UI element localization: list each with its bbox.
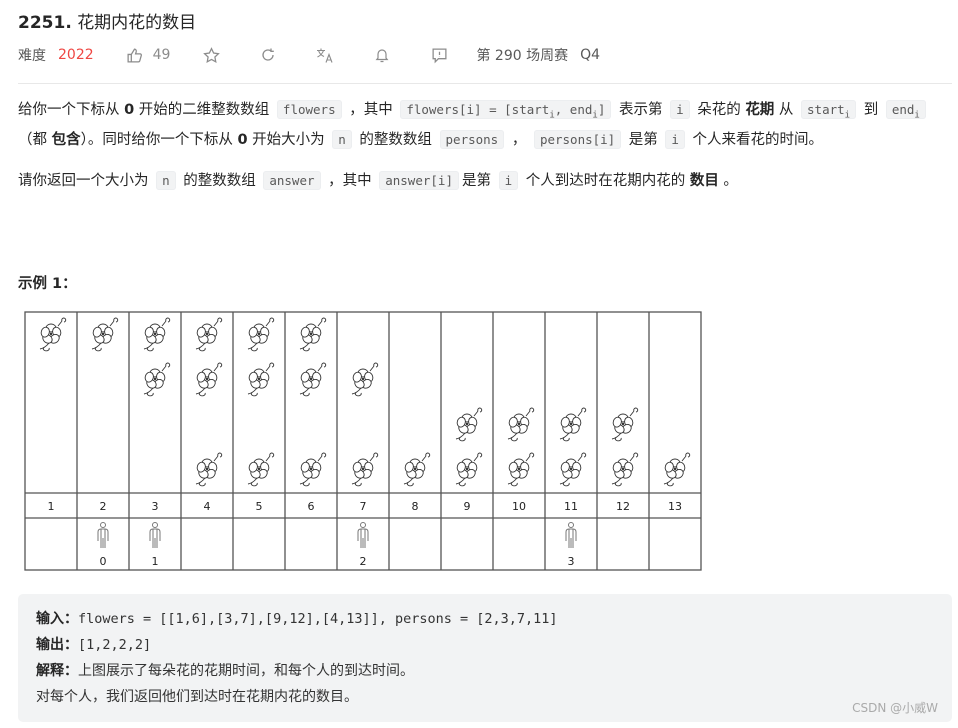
text: 是第 bbox=[461, 172, 496, 189]
text: 的整数数组 bbox=[178, 172, 261, 189]
refresh-icon[interactable] bbox=[260, 47, 276, 63]
explain-line2: 对每个人，我们返回他们到达时在花期内花的数目。 bbox=[36, 689, 358, 705]
text: ）。同时给你一个下标从 bbox=[80, 131, 238, 148]
output-label: 输出： bbox=[36, 637, 78, 653]
day-label: 9 bbox=[464, 500, 471, 513]
explain-value: 上图展示了每朵花的花期时间，和每个人的到达时间。 bbox=[78, 663, 414, 679]
figure-border bbox=[24, 311, 702, 571]
text: 给你一个下标从 bbox=[18, 102, 125, 118]
day-label: 3 bbox=[152, 500, 159, 513]
day-label: 2 bbox=[100, 500, 107, 513]
inline-code: flowers bbox=[276, 100, 342, 119]
star-icon[interactable] bbox=[203, 46, 221, 64]
text: 是第 bbox=[624, 131, 663, 148]
text: 开始大小为 bbox=[247, 131, 330, 148]
person-label: 1 bbox=[152, 555, 159, 568]
day-label: 8 bbox=[412, 500, 419, 513]
text: ，其中 bbox=[344, 102, 398, 118]
inline-code: endi bbox=[885, 100, 926, 121]
day-label: 10 bbox=[512, 500, 526, 513]
example-figure: 1 2 3 4 5 6 7 8 9 10 11 12 130 1 2 3 bbox=[24, 311, 702, 571]
problem-title: 2251. 花期内花的数目 bbox=[18, 13, 197, 33]
inline-code: n bbox=[332, 129, 352, 149]
text: 朵花的 bbox=[692, 102, 746, 118]
explain-label: 解释： bbox=[36, 663, 78, 679]
text: ， bbox=[507, 131, 531, 148]
text: 开始的二维整数数组 bbox=[134, 102, 274, 118]
person-label: 0 bbox=[100, 555, 107, 568]
day-label: 6 bbox=[308, 500, 315, 513]
problem-description: 给你一个下标从 0 开始的二维整数数组 flowers ，其中 flowers[… bbox=[18, 98, 948, 210]
day-label: 1 bbox=[48, 500, 55, 513]
person-label: 3 bbox=[568, 555, 575, 568]
text: 个人来看花的时间。 bbox=[687, 131, 824, 148]
text: 到 bbox=[859, 102, 883, 118]
day-label: 12 bbox=[616, 500, 630, 513]
title-text: 花期内花的数目 bbox=[77, 13, 197, 33]
text: 的整数数组 bbox=[354, 131, 437, 148]
contest-link[interactable]: 第 290 场周赛 bbox=[476, 45, 568, 65]
description-paragraph: 给你一个下标从 0 开始的二维整数数组 flowers ，其中 flowers[… bbox=[18, 98, 948, 152]
day-label: 5 bbox=[256, 500, 263, 513]
day-label: 4 bbox=[204, 500, 211, 513]
bell-icon[interactable] bbox=[374, 47, 390, 63]
thumbs-up-icon[interactable] bbox=[126, 47, 143, 64]
text: ，其中 bbox=[323, 172, 377, 189]
translate-icon[interactable] bbox=[316, 47, 334, 64]
day-label: 7 bbox=[360, 500, 367, 513]
input-label: 输入： bbox=[36, 611, 78, 627]
bold-text: 包含 bbox=[51, 131, 81, 148]
example-heading: 示例 1： bbox=[18, 276, 77, 292]
inline-code: i bbox=[498, 170, 519, 190]
watermark: CSDN @小威W bbox=[852, 701, 938, 715]
divider bbox=[18, 83, 952, 84]
bold-text: 数目 bbox=[689, 172, 719, 189]
like-count: 49 bbox=[152, 47, 171, 63]
day-label: 11 bbox=[564, 500, 578, 513]
inline-code: answer bbox=[263, 170, 321, 190]
inline-code: i bbox=[665, 129, 685, 149]
inline-code: persons[i] bbox=[533, 129, 622, 149]
inline-code: n bbox=[156, 170, 176, 190]
example-box: 输入：flowers = [[1,6],[3,7],[9,12],[4,13]]… bbox=[18, 594, 952, 722]
difficulty-value: 2022 bbox=[58, 47, 94, 63]
output-value: [1,2,2,2] bbox=[78, 637, 152, 653]
description-paragraph: 请你返回一个大小为 n 的整数数组 answer ，其中 answer[i] 是第… bbox=[18, 169, 948, 193]
question-index: Q4 bbox=[580, 47, 601, 63]
inline-code: starti bbox=[801, 100, 857, 121]
text: 请你返回一个大小为 bbox=[18, 172, 154, 189]
inline-code: flowers[i] = [starti, endi] bbox=[400, 100, 612, 121]
text: 个人到达时在花期内花的 bbox=[521, 172, 690, 189]
text: 表示第 bbox=[614, 102, 668, 118]
inline-code: i bbox=[670, 100, 690, 119]
person-label: 2 bbox=[360, 555, 367, 568]
text: （都 bbox=[18, 131, 52, 148]
bold-text: 0 bbox=[124, 102, 135, 118]
text: 。 bbox=[718, 172, 738, 189]
inline-code: answer[i] bbox=[379, 170, 459, 190]
day-label: 13 bbox=[668, 500, 682, 513]
bold-text: 0 bbox=[237, 131, 248, 148]
feedback-icon[interactable] bbox=[431, 47, 448, 64]
problem-meta: 难度 2022 49 第 290 场周赛 Q4 bbox=[18, 44, 600, 66]
inline-code: persons bbox=[439, 129, 505, 149]
text: 从 bbox=[774, 102, 799, 118]
bold-text: 花期 bbox=[745, 102, 775, 118]
difficulty-label: 难度 bbox=[18, 48, 46, 64]
input-value: flowers = [[1,6],[3,7],[9,12],[4,13]], p… bbox=[78, 611, 558, 627]
